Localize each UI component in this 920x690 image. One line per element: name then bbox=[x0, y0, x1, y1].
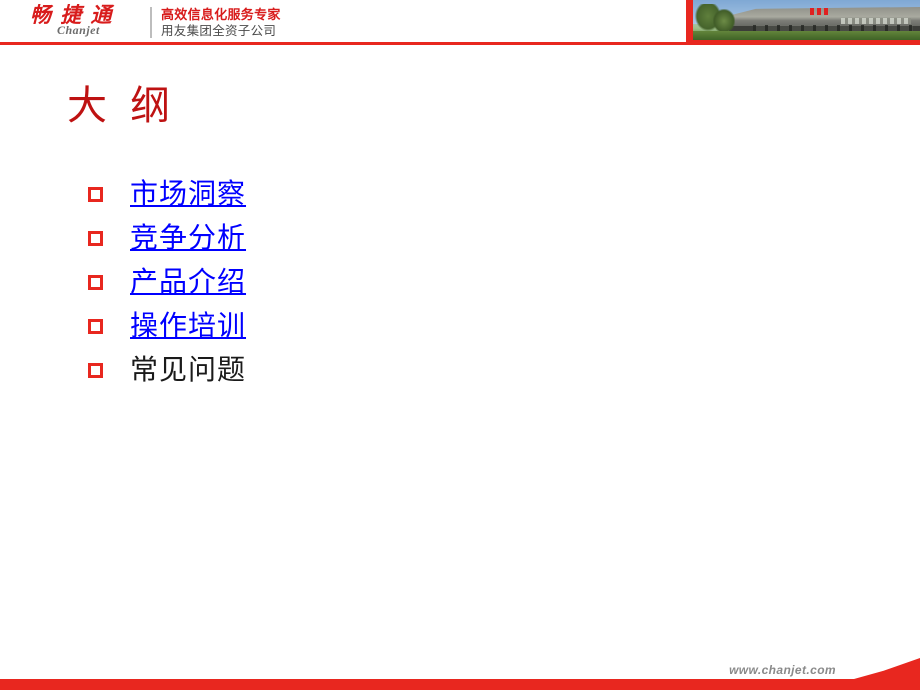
header-photo-frame bbox=[686, 0, 920, 42]
logo-divider bbox=[150, 7, 152, 38]
slide-footer: www.chanjet.com bbox=[0, 654, 920, 690]
photo-flag-icon bbox=[817, 8, 821, 15]
photo-flag-icon bbox=[810, 8, 814, 15]
outline-item-label[interactable]: 市场洞察 bbox=[130, 177, 246, 211]
slide-header: 畅 捷 通 Chanjet 高效信息化服务专家 用友集团全资子公司 bbox=[0, 0, 920, 46]
outline-item-label[interactable]: 竞争分析 bbox=[130, 221, 246, 255]
photo-lawn-region bbox=[693, 31, 920, 40]
tagline-secondary: 用友集团全资子公司 bbox=[161, 24, 277, 38]
outline-item-market-insight[interactable]: 市场洞察 bbox=[88, 172, 508, 216]
outline-list: 市场洞察 竞争分析 产品介绍 操作培训 常见问题 bbox=[88, 172, 508, 392]
outline-item-label: 常见问题 bbox=[130, 354, 247, 385]
hollow-square-bullet-icon bbox=[88, 186, 103, 202]
tagline-primary: 高效信息化服务专家 bbox=[161, 7, 281, 22]
footer-website-url: www.chanjet.com bbox=[729, 663, 836, 677]
outline-item-faq: 常见问题 bbox=[88, 348, 508, 392]
chanjet-logo: 畅 捷 通 Chanjet 高效信息化服务专家 用友集团全资子公司 bbox=[30, 4, 280, 40]
header-divider-rule bbox=[0, 42, 920, 45]
photo-window-row bbox=[841, 18, 911, 24]
hollow-square-bullet-icon bbox=[88, 362, 103, 378]
outline-item-product-introduction[interactable]: 产品介绍 bbox=[88, 260, 508, 304]
photo-tree bbox=[713, 9, 735, 33]
outline-item-label[interactable]: 产品介绍 bbox=[130, 265, 246, 299]
outline-item-operation-training[interactable]: 操作培训 bbox=[88, 304, 508, 348]
page-title: 大 纲 bbox=[67, 84, 177, 128]
footer-bar bbox=[0, 679, 920, 690]
hollow-square-bullet-icon bbox=[88, 230, 103, 246]
campus-building-photo bbox=[693, 0, 920, 40]
outline-item-label[interactable]: 操作培训 bbox=[130, 309, 246, 343]
logo-name-en: Chanjet bbox=[57, 23, 100, 37]
hollow-square-bullet-icon bbox=[88, 318, 103, 334]
photo-flag-icon bbox=[824, 8, 828, 15]
presentation-slide: 畅 捷 通 Chanjet 高效信息化服务专家 用友集团全资子公司 大 纲 市场… bbox=[0, 0, 920, 690]
outline-item-competitive-analysis[interactable]: 竞争分析 bbox=[88, 216, 508, 260]
hollow-square-bullet-icon bbox=[88, 274, 103, 290]
